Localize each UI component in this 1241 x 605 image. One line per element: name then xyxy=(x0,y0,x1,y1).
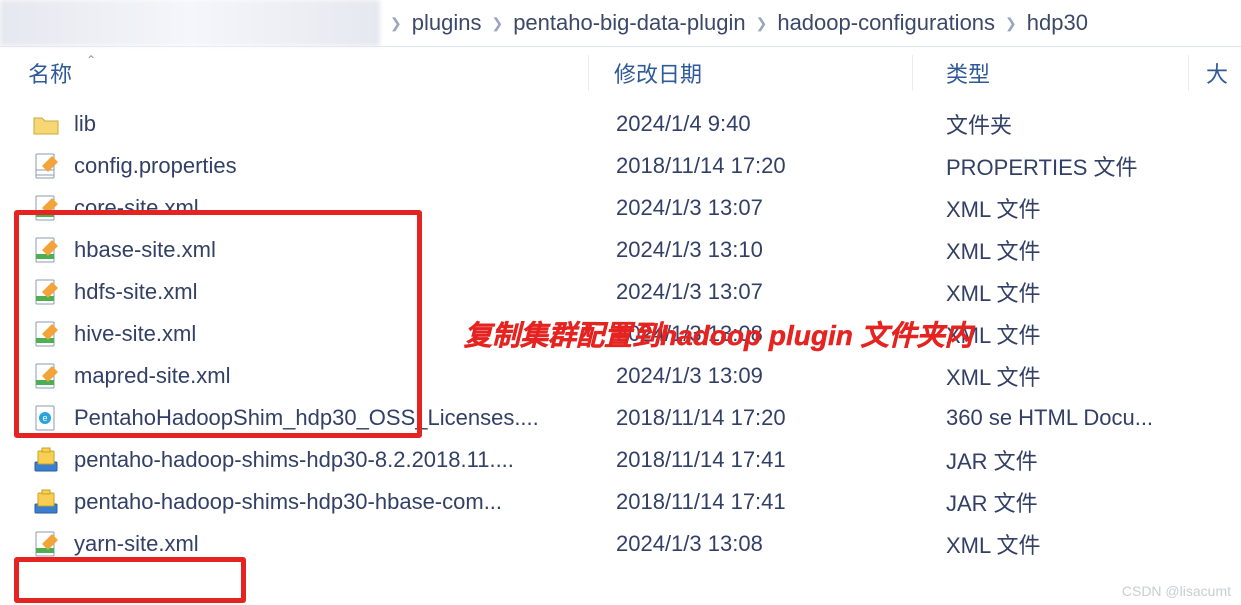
file-date: 2024/1/3 13:10 xyxy=(616,237,763,263)
file-type: 360 se HTML Docu... xyxy=(946,405,1153,431)
xml-icon xyxy=(32,278,60,306)
file-name: hdfs-site.xml xyxy=(74,279,197,305)
xml-icon xyxy=(32,194,60,222)
table-row[interactable]: hbase-site.xml 2024/1/3 13:10 XML 文件 xyxy=(0,229,1241,271)
column-divider xyxy=(588,55,589,91)
file-name: pentaho-hadoop-shims-hdp30-8.2.2018.11..… xyxy=(74,447,514,473)
file-type: XML 文件 xyxy=(946,234,1041,266)
xml-icon xyxy=(32,320,60,348)
file-name: core-site.xml xyxy=(74,195,199,221)
chevron-right-icon: ❯ xyxy=(390,15,402,32)
column-headers: 名称 ⌃ 修改日期 类型 大 xyxy=(0,47,1241,99)
redacted-path xyxy=(0,0,380,46)
file-date: 2024/1/3 13:09 xyxy=(616,363,763,389)
file-type: XML 文件 xyxy=(946,360,1041,392)
folder-icon xyxy=(32,110,60,138)
chevron-right-icon: ❯ xyxy=(756,15,768,32)
column-divider xyxy=(912,55,913,91)
breadcrumb-item[interactable]: hdp30 xyxy=(1027,10,1088,36)
file-name: pentaho-hadoop-shims-hdp30-hbase-com... xyxy=(74,489,502,515)
annotation-text: 复制集群配置到hadoop plugin 文件夹内 xyxy=(464,314,973,354)
file-type: XML 文件 xyxy=(946,528,1041,560)
file-date: 2024/1/3 13:07 xyxy=(616,195,763,221)
column-header-type[interactable]: 类型 xyxy=(946,57,990,89)
file-date: 2024/1/3 13:08 xyxy=(616,531,763,557)
table-row[interactable]: PentahoHadoopShim_hdp30_OSS_Licenses....… xyxy=(0,397,1241,439)
sort-caret-icon: ⌃ xyxy=(86,53,96,67)
xml-icon xyxy=(32,362,60,390)
html-icon xyxy=(32,404,60,432)
xml-icon xyxy=(32,236,60,264)
file-type: JAR 文件 xyxy=(946,444,1038,476)
file-date: 2018/11/14 17:20 xyxy=(616,405,786,431)
file-type: XML 文件 xyxy=(946,192,1041,224)
table-row[interactable]: core-site.xml 2024/1/3 13:07 XML 文件 xyxy=(0,187,1241,229)
file-date: 2018/11/14 17:20 xyxy=(616,153,786,179)
xml-icon xyxy=(32,530,60,558)
column-divider xyxy=(1188,55,1189,91)
table-row[interactable]: lib 2024/1/4 9:40 文件夹 xyxy=(0,103,1241,145)
table-row[interactable]: hdfs-site.xml 2024/1/3 13:07 XML 文件 xyxy=(0,271,1241,313)
file-type: 文件夹 xyxy=(946,108,1012,140)
table-row[interactable]: mapred-site.xml 2024/1/3 13:09 XML 文件 xyxy=(0,355,1241,397)
file-name: config.properties xyxy=(74,153,237,179)
table-row[interactable]: yarn-site.xml 2024/1/3 13:08 XML 文件 xyxy=(0,523,1241,565)
chevron-right-icon: ❯ xyxy=(491,15,503,32)
file-name: mapred-site.xml xyxy=(74,363,230,389)
prop-icon xyxy=(32,152,60,180)
column-header-name[interactable]: 名称 ⌃ xyxy=(28,57,96,89)
table-row[interactable]: config.properties 2018/11/14 17:20 PROPERT… xyxy=(0,145,1241,187)
file-name: hive-site.xml xyxy=(74,321,196,347)
file-date: 2024/1/4 9:40 xyxy=(616,111,751,137)
chevron-right-icon: ❯ xyxy=(1005,15,1017,32)
column-header-size[interactable]: 大 xyxy=(1206,57,1228,89)
file-name: yarn-site.xml xyxy=(74,531,199,557)
file-type: XML 文件 xyxy=(946,276,1041,308)
breadcrumb-item[interactable]: pentaho-big-data-plugin xyxy=(513,10,745,36)
file-name: lib xyxy=(74,111,96,137)
breadcrumb-item[interactable]: plugins xyxy=(412,10,482,36)
jar-icon xyxy=(32,488,60,516)
file-name: PentahoHadoopShim_hdp30_OSS_Licenses.... xyxy=(74,405,539,431)
column-header-date[interactable]: 修改日期 xyxy=(614,57,702,89)
watermark: CSDN @lisacumt xyxy=(1122,583,1231,599)
table-row[interactable]: pentaho-hadoop-shims-hdp30-8.2.2018.11..… xyxy=(0,439,1241,481)
table-row[interactable]: pentaho-hadoop-shims-hdp30-hbase-com... 2… xyxy=(0,481,1241,523)
header-label: 名称 xyxy=(28,62,72,87)
file-date: 2018/11/14 17:41 xyxy=(616,489,786,515)
file-date: 2018/11/14 17:41 xyxy=(616,447,786,473)
file-date: 2024/1/3 13:07 xyxy=(616,279,763,305)
file-type: PROPERTIES 文件 xyxy=(946,150,1138,182)
breadcrumb-item[interactable]: hadoop-configurations xyxy=(777,10,995,36)
file-type: JAR 文件 xyxy=(946,486,1038,518)
jar-icon xyxy=(32,446,60,474)
file-name: hbase-site.xml xyxy=(74,237,216,263)
